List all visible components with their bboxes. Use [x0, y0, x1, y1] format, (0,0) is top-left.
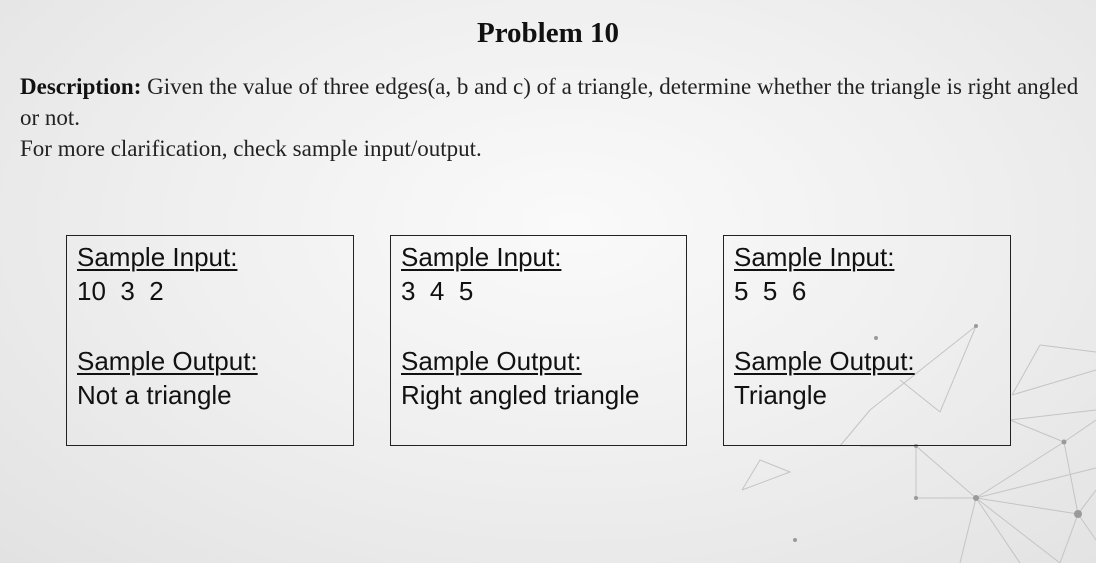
sample-input-heading: Sample Input: [734, 242, 895, 272]
description-note: For more clarification, check sample inp… [20, 136, 482, 161]
description-label: Description: [20, 74, 142, 99]
sample-output-value: Not a triangle [77, 380, 232, 410]
description-text: Given the value of three edges(a, b and … [20, 74, 1079, 130]
sample-output-value: Right angled triangle [401, 380, 640, 410]
sample-input-heading: Sample Input: [77, 242, 238, 272]
page-title: Problem 10 [476, 17, 620, 49]
sample-box-2: Sample Input: 3 4 5 Sample Output: Right… [390, 235, 687, 446]
sample-input-value: 5 5 6 [734, 276, 807, 306]
sample-input-heading: Sample Input: [401, 242, 562, 272]
sample-box-3: Sample Input: 5 5 6 Sample Output: Trian… [723, 235, 1011, 446]
sample-output-value: Triangle [734, 380, 827, 410]
sample-input-value: 10 3 2 [77, 276, 164, 306]
sample-output-heading: Sample Output: [77, 346, 258, 376]
sample-input-value: 3 4 5 [401, 276, 474, 306]
sample-output-heading: Sample Output: [401, 346, 582, 376]
problem-description: Description: Given the value of three ed… [20, 71, 1080, 164]
sample-output-heading: Sample Output: [734, 346, 915, 376]
description-paragraph: Description: Given the value of three ed… [20, 71, 1080, 133]
sample-box-1: Sample Input: 10 3 2 Sample Output: Not … [66, 235, 354, 446]
